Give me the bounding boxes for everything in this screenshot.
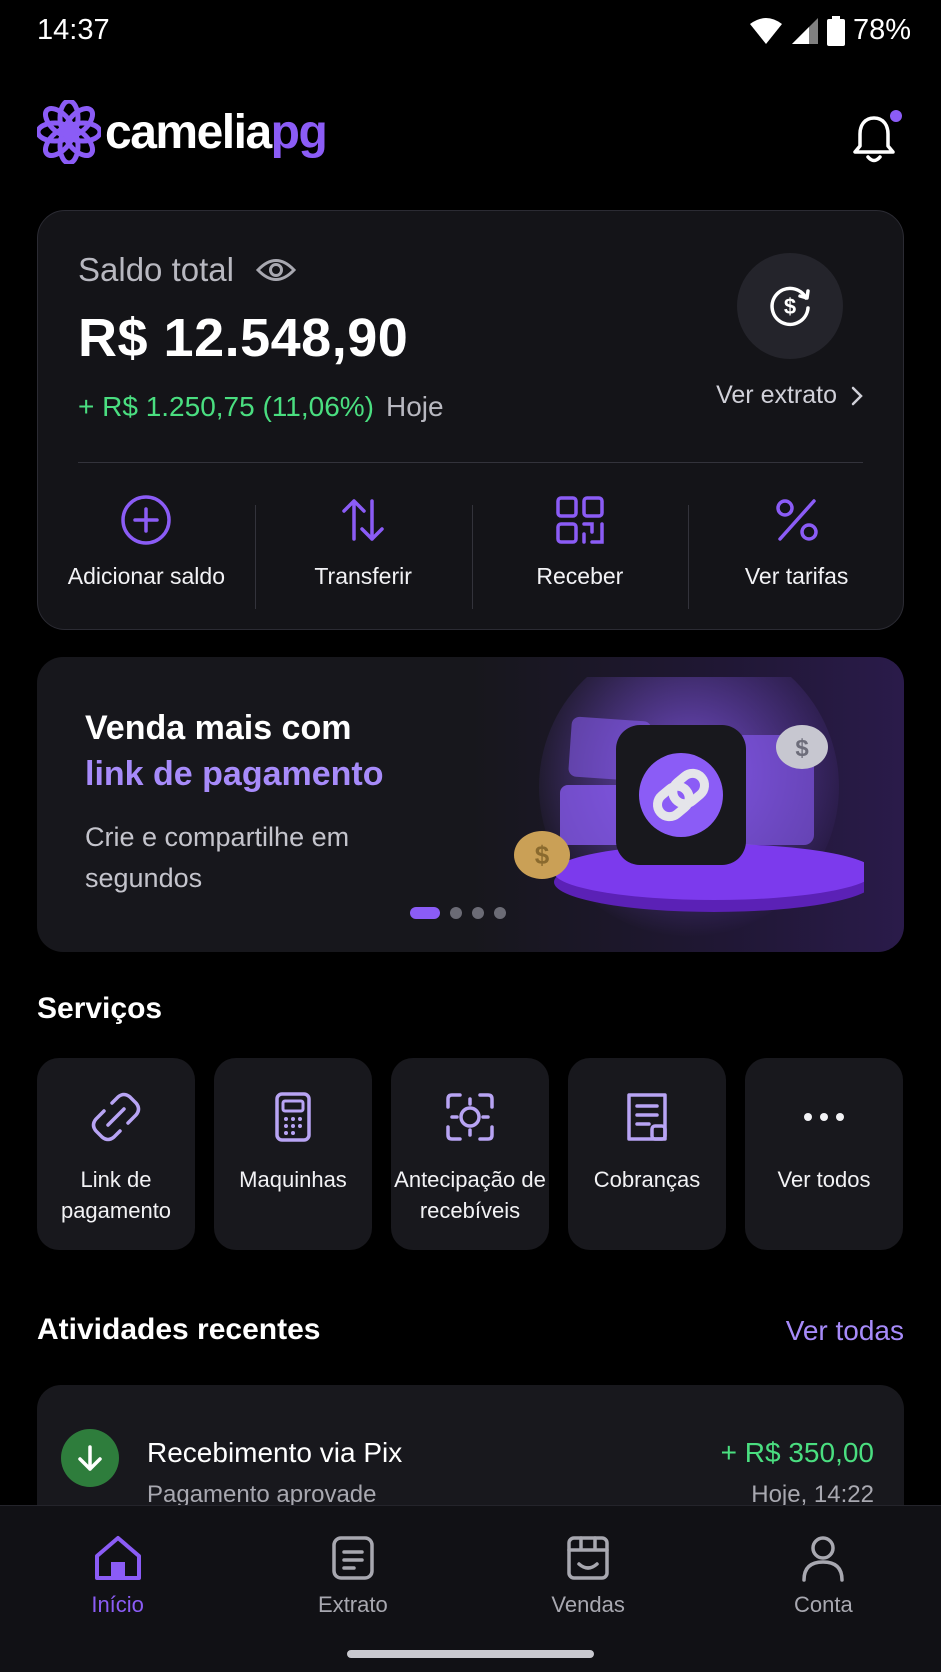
nav-label: Início <box>91 1592 144 1617</box>
sales-icon <box>567 1536 609 1580</box>
statement-button[interactable]: $ <box>737 253 843 359</box>
nav-label: Conta <box>794 1592 853 1617</box>
transfer-label: Transferir <box>314 563 412 589</box>
dollar-cycle-icon: $ <box>770 286 810 327</box>
service-label: Link de pagamento <box>60 1167 172 1223</box>
balance-card: Saldo total R$ 12.548,90 + R$ 1.250,75 (… <box>37 210 904 630</box>
nav-statement[interactable]: Extrato <box>235 1506 470 1636</box>
app-header: cameliapg <box>37 100 904 170</box>
service-anticipation[interactable]: Antecipação de recebíveis <box>391 1058 549 1250</box>
carousel-dot[interactable] <box>494 907 506 919</box>
more-dots-icon <box>804 1113 844 1121</box>
card-machine-icon <box>275 1092 311 1142</box>
see-all-activities-link[interactable]: Ver todas <box>786 1315 904 1347</box>
transfer-button[interactable]: Transferir <box>254 493 472 609</box>
percent-icon <box>775 499 818 541</box>
fees-button[interactable]: Ver tarifas <box>688 493 905 609</box>
signal-icon <box>791 17 818 44</box>
home-icon <box>94 1536 141 1580</box>
nav-home[interactable]: Início <box>0 1506 235 1636</box>
nav-account[interactable]: Conta <box>706 1506 941 1636</box>
plus-circle-icon <box>121 495 172 545</box>
user-icon <box>802 1536 845 1582</box>
app-logo: cameliapg <box>37 100 904 164</box>
battery-icon <box>826 15 845 46</box>
quick-actions: Adicionar saldo Transferir Receber Ver t… <box>38 493 905 609</box>
svg-text:$: $ <box>784 294 796 319</box>
promo-title: Venda mais com link de pagamento <box>85 705 384 797</box>
anticipation-icon <box>446 1093 494 1141</box>
promo-subtitle: Crie e compartilhe em segundos <box>85 822 350 893</box>
receive-button[interactable]: Receber <box>471 493 689 609</box>
service-label: Cobranças <box>593 1167 701 1192</box>
balance-change-value: + R$ 1.250,75 (11,06%) <box>78 391 375 422</box>
service-see-all[interactable]: Ver todos <box>745 1058 903 1250</box>
logo-wordmark: cameliapg <box>105 105 328 159</box>
services-grid: Link de pagamento Maquinhas Antecipação … <box>37 1058 904 1250</box>
balance-amount: R$ 12.548,90 <box>78 308 409 368</box>
svg-text:$: $ <box>795 735 809 762</box>
add-balance-label: Adicionar saldo <box>67 563 225 589</box>
add-balance-button[interactable]: Adicionar saldo <box>38 493 255 603</box>
activity-title: Recebimento via Pix <box>147 1437 403 1468</box>
home-indicator[interactable] <box>347 1650 594 1658</box>
service-payment-link[interactable]: Link de pagamento <box>37 1058 195 1250</box>
activities-heading: Atividades recentes <box>37 1313 321 1346</box>
promo-title-line: Venda mais com <box>85 709 352 747</box>
balance-change-period: Hoje <box>386 391 444 422</box>
bell-icon <box>853 116 895 163</box>
battery-percentage: 78% <box>852 14 911 46</box>
eye-icon[interactable] <box>255 257 296 283</box>
card-divider <box>78 462 863 463</box>
balance-label: Saldo total <box>78 251 234 288</box>
statement-icon <box>332 1536 374 1580</box>
notifications-button[interactable] <box>852 110 904 164</box>
nav-sales[interactable]: Vendas <box>471 1506 706 1636</box>
nav-label: Vendas <box>551 1592 625 1617</box>
wifi-icon <box>749 17 782 44</box>
promo-title-highlight: link de pagamento <box>85 755 384 793</box>
chevron-right-icon <box>851 386 863 405</box>
carousel-dot[interactable] <box>410 907 440 919</box>
services-heading: Serviços <box>37 992 163 1025</box>
transfer-arrows-icon <box>342 499 384 541</box>
notification-badge <box>890 110 902 122</box>
service-charges[interactable]: Cobranças <box>568 1058 726 1250</box>
statement-link[interactable]: Ver extrato <box>716 381 863 410</box>
statement-link-label: Ver extrato <box>716 381 837 409</box>
service-label: Antecipação de recebíveis <box>394 1167 546 1223</box>
service-label: Ver todos <box>777 1167 871 1192</box>
status-bar: 14:37 78% <box>0 0 941 64</box>
service-card-machines[interactable]: Maquinhas <box>214 1058 372 1250</box>
invoice-icon <box>627 1093 667 1141</box>
balance-change: + R$ 1.250,75 (11,06%) Hoje <box>78 391 444 423</box>
promo-banner[interactable]: Venda mais com link de pagamento Crie e … <box>37 657 904 952</box>
nav-label: Extrato <box>318 1592 388 1617</box>
receive-label: Receber <box>536 563 624 589</box>
svg-text:$: $ <box>535 840 550 870</box>
qr-code-icon <box>556 496 604 544</box>
flower-logo-icon <box>37 100 101 164</box>
bottom-navigation: Início Extrato Vendas Conta <box>0 1505 941 1672</box>
incoming-icon <box>61 1429 119 1487</box>
fees-label: Ver tarifas <box>744 563 849 589</box>
status-time: 14:37 <box>37 14 110 46</box>
activity-amount: + R$ 350,00 <box>720 1437 874 1468</box>
service-label: Maquinhas <box>239 1167 347 1192</box>
carousel-dot[interactable] <box>450 907 462 919</box>
payment-link-illustration: $ $ <box>514 677 864 937</box>
arrow-down-icon <box>78 1445 102 1471</box>
link-icon <box>91 1092 141 1142</box>
carousel-dot[interactable] <box>472 907 484 919</box>
carousel-dots[interactable] <box>410 907 506 919</box>
